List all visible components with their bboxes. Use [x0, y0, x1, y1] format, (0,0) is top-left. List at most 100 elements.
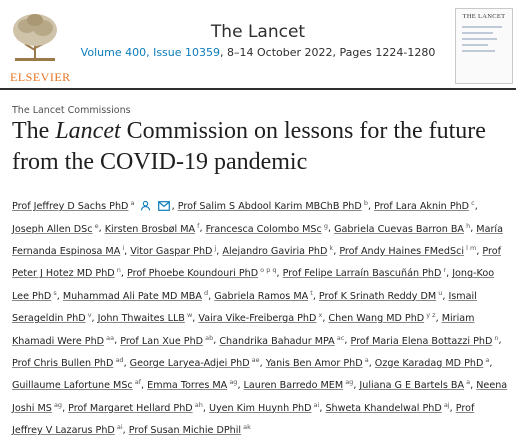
- author-name-link[interactable]: Prof Andy Haines FMedSci: [339, 246, 464, 257]
- author-affiliation-marker[interactable]: a: [483, 356, 489, 364]
- author-name-link[interactable]: Prof Felipe Larraín Bascuñán PhD: [283, 268, 442, 279]
- elsevier-logo[interactable]: ELSEVIER: [6, 10, 70, 84]
- author-entry: Guillaume Lafortune MSc af: [12, 378, 141, 391]
- author-name-link[interactable]: Shweta Khandelwal PhD: [325, 403, 441, 414]
- author-entry: Vitor Gaspar PhD j: [130, 244, 216, 257]
- author-name-link[interactable]: Prof Salim S Abdool Karim MBChB PhD: [178, 201, 362, 212]
- author-affiliation-marker[interactable]: r: [441, 266, 446, 274]
- author-affiliation-marker[interactable]: e: [93, 221, 99, 229]
- author-entry: Ozge Karadag MD PhD a: [375, 356, 490, 369]
- author-affiliation-marker[interactable]: s: [51, 289, 56, 297]
- author-name-link[interactable]: Yanis Ben Amor PhD: [266, 358, 363, 369]
- author-name-link[interactable]: Gabriela Ramos MA: [214, 291, 308, 302]
- author-affiliation-marker[interactable]: x: [316, 311, 322, 319]
- author-name-link[interactable]: Prof Phoebe Koundouri PhD: [127, 268, 258, 279]
- author-affiliation-marker[interactable]: n: [115, 266, 121, 274]
- author-affiliation-marker[interactable]: ag: [52, 401, 62, 409]
- person-icon[interactable]: [140, 200, 151, 211]
- author-affiliation-marker[interactable]: ak: [241, 423, 251, 431]
- author-name-link[interactable]: Francesca Colombo MSc: [206, 224, 322, 235]
- author-affiliation-marker[interactable]: af: [133, 378, 141, 386]
- author-affiliation-marker[interactable]: d: [202, 289, 208, 297]
- author-affiliation-marker[interactable]: aj: [442, 401, 450, 409]
- author-name-link[interactable]: Prof K Srinath Reddy DM: [319, 291, 436, 302]
- author-name-link[interactable]: Gabriela Cuevas Barron BA: [334, 224, 464, 235]
- author-name-link[interactable]: Lauren Barredo MEM: [244, 380, 344, 391]
- mail-icon[interactable]: [157, 201, 170, 212]
- author-affiliation-marker[interactable]: b: [362, 199, 368, 207]
- author-affiliation-marker[interactable]: ac: [335, 333, 345, 341]
- author-name-link[interactable]: Juliana G E Bartels BA: [359, 380, 464, 391]
- author-name-link[interactable]: Prof Margaret Hellard PhD: [68, 403, 193, 414]
- author-name-link[interactable]: Ozge Karadag MD PhD: [375, 358, 484, 369]
- author-affiliation-marker[interactable]: n: [492, 333, 498, 341]
- author-name-link[interactable]: Prof Chris Bullen PhD: [12, 358, 113, 369]
- author-affiliation-marker[interactable]: ab: [203, 333, 213, 341]
- author-entry: Francesca Colombo MSc g: [206, 221, 328, 235]
- author-entry: Chen Wang MD PhD y z: [328, 311, 435, 324]
- author-name-link[interactable]: Muhammad Ali Pate MD MBA: [63, 291, 202, 302]
- author-entry: Prof Maria Elena Bottazzi PhD n: [350, 333, 498, 347]
- author-name-link[interactable]: Prof Lara Aknin PhD: [374, 201, 469, 212]
- author-name-link[interactable]: John Thwaites LLB: [98, 313, 185, 324]
- author-entry: Juliana G E Bartels BA a: [359, 378, 470, 391]
- author-name-link[interactable]: Vaira Vike-Freiberga PhD: [198, 313, 316, 324]
- author-list: Prof Jeffrey D Sachs PhD a , Prof Salim …: [12, 199, 508, 437]
- author-affiliation-marker[interactable]: o p q: [258, 266, 276, 274]
- author-entry: George Laryea-Adjei PhD ae: [130, 356, 260, 369]
- author-name-link[interactable]: Joseph Allen DSc: [12, 224, 93, 235]
- volume-issue-link[interactable]: Volume 400, Issue 10359: [81, 46, 220, 59]
- author-affiliation-marker[interactable]: a: [464, 378, 470, 386]
- author-name-link[interactable]: Vitor Gaspar PhD: [130, 246, 212, 257]
- author-affiliation-marker[interactable]: f: [195, 221, 199, 229]
- author-entry: Prof Lara Aknin PhD c: [374, 199, 475, 212]
- author-affiliation-marker[interactable]: ai: [311, 401, 320, 409]
- author-affiliation-marker[interactable]: k: [327, 244, 333, 252]
- author-affiliation-marker[interactable]: y z: [424, 311, 435, 319]
- author-entry: Yanis Ben Amor PhD a: [266, 356, 369, 369]
- title-prefix: The: [12, 118, 56, 144]
- journal-issue-info: Volume 400, Issue 10359, 8–14 October 20…: [0, 46, 516, 59]
- author-affiliation-marker[interactable]: ah: [193, 401, 203, 409]
- author-affiliation-marker[interactable]: ag: [343, 378, 353, 386]
- author-entry: Prof Felipe Larraín Bascuñán PhD r: [283, 266, 446, 279]
- author-name-link[interactable]: Alejandro Gaviria PhD: [222, 246, 327, 257]
- author-name-link[interactable]: Kirsten Brosbøl MA: [105, 224, 195, 235]
- author-affiliation-marker[interactable]: a: [363, 356, 369, 364]
- author-affiliation-marker[interactable]: aa: [104, 333, 114, 341]
- author-entry: John Thwaites LLB w: [98, 311, 193, 324]
- author-affiliation-marker[interactable]: v: [86, 311, 92, 319]
- cover-decoration: [462, 26, 506, 52]
- author-name-link[interactable]: Emma Torres MA: [147, 380, 227, 391]
- author-affiliation-marker[interactable]: ag: [227, 378, 237, 386]
- author-affiliation-marker[interactable]: u: [436, 289, 442, 297]
- article-header: ELSEVIER The Lancet Volume 400, Issue 10…: [0, 0, 516, 88]
- author-affiliation-marker[interactable]: ad: [113, 356, 123, 364]
- author-affiliation-marker[interactable]: ai: [115, 423, 123, 431]
- author-name-link[interactable]: Prof Lan Xue PhD: [120, 336, 203, 347]
- author-name-link[interactable]: Prof Maria Elena Bottazzi PhD: [350, 336, 492, 347]
- author-name-link[interactable]: Prof Jeffrey D Sachs PhD: [12, 201, 128, 212]
- author-entry: Prof Phoebe Koundouri PhD o p q: [127, 266, 277, 279]
- author-affiliation-marker[interactable]: t: [308, 289, 313, 297]
- author-name-link[interactable]: George Laryea-Adjei PhD: [130, 358, 250, 369]
- author-affiliation-marker[interactable]: g: [322, 221, 328, 229]
- author-affiliation-marker[interactable]: c: [469, 199, 475, 207]
- journal-title[interactable]: The Lancet: [0, 22, 516, 42]
- author-affiliation-marker[interactable]: l m: [464, 244, 476, 252]
- header-divider: [0, 88, 516, 90]
- author-affiliation-marker[interactable]: a: [128, 199, 134, 207]
- author-name-link[interactable]: Prof Susan Michie DPhil: [129, 425, 241, 436]
- title-journal-name: Lancet: [55, 118, 121, 144]
- author-name-link[interactable]: Chandrika Bahadur MPA: [219, 336, 334, 347]
- author-affiliation-marker[interactable]: w: [185, 311, 192, 319]
- author-affiliation-marker[interactable]: ae: [250, 356, 260, 364]
- author-name-link[interactable]: Guillaume Lafortune MSc: [12, 380, 133, 391]
- author-affiliation-marker[interactable]: i: [120, 244, 124, 252]
- journal-cover-thumbnail[interactable]: THE LANCET: [455, 8, 513, 84]
- author-affiliation-marker[interactable]: h: [464, 221, 470, 229]
- author-name-link[interactable]: Uyen Kim Huynh PhD: [209, 403, 312, 414]
- author-entry: Uyen Kim Huynh PhD ai: [209, 401, 320, 414]
- author-name-link[interactable]: Chen Wang MD PhD: [328, 313, 424, 324]
- author-affiliation-marker[interactable]: j: [212, 244, 216, 252]
